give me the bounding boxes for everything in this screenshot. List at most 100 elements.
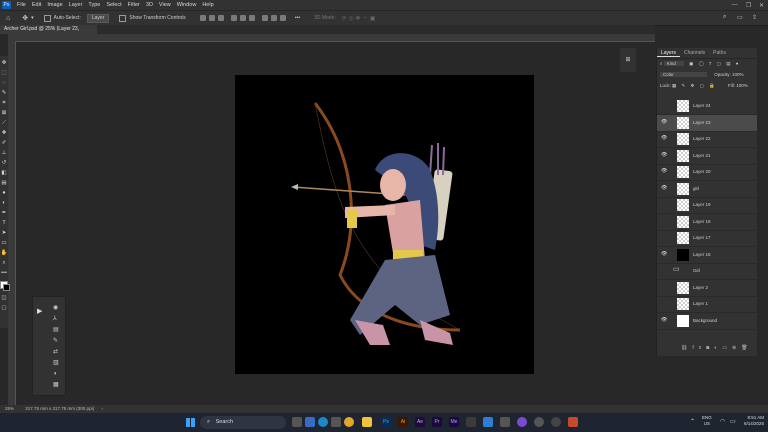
blend-mode-dropdown[interactable]: Color xyxy=(660,72,707,77)
screen-mode-icon[interactable]: ▢ xyxy=(1,305,7,311)
app-icon-3[interactable] xyxy=(500,417,510,427)
hand-tool-icon[interactable]: ✋ xyxy=(1,250,8,256)
move-tool-menu-icon[interactable]: ▾ xyxy=(31,15,34,21)
layer-row[interactable]: 👁 Layer 20 xyxy=(657,164,757,181)
layer-row[interactable]: 👁 Layer 21 xyxy=(657,148,757,165)
panel-tool-4-icon[interactable]: ✎ xyxy=(53,336,63,347)
fill-input[interactable]: 100% xyxy=(736,83,748,88)
align-center-icon[interactable] xyxy=(208,15,215,21)
align-middle-icon[interactable] xyxy=(239,15,246,21)
visibility-eye-icon[interactable] xyxy=(661,103,666,108)
move-tool-icon[interactable]: ✥ xyxy=(22,14,28,22)
media-encoder-taskbar-icon[interactable]: Me xyxy=(449,417,459,427)
taskbar-search[interactable]: ⌕ Search xyxy=(200,416,286,429)
horizontal-ruler[interactable] xyxy=(8,34,655,42)
play-icon[interactable]: ▶ xyxy=(37,307,42,315)
distribute-horizontal-icon[interactable] xyxy=(270,15,277,21)
visibility-eye-icon[interactable]: 👁 xyxy=(661,136,667,141)
viber-icon[interactable] xyxy=(517,417,527,427)
more-tools-icon[interactable]: ••• xyxy=(1,270,7,276)
layer-row[interactable]: Layer 24 xyxy=(657,98,757,115)
status-arrow-icon[interactable]: › xyxy=(101,406,103,411)
app-icon-6[interactable] xyxy=(568,417,578,427)
visibility-eye-icon[interactable]: 👁 xyxy=(661,317,667,323)
quick-mask-icon[interactable]: ◫ xyxy=(1,295,7,301)
close-icon[interactable]: ✕ xyxy=(759,2,764,9)
visibility-eye-icon[interactable] xyxy=(661,235,666,240)
battery-icon[interactable]: ▭ xyxy=(730,418,736,425)
menu-select[interactable]: Select xyxy=(103,2,124,8)
link-layers-icon[interactable]: ⛓ xyxy=(681,345,692,351)
visibility-eye-icon[interactable] xyxy=(661,301,666,306)
brush-tool-icon[interactable]: ✐ xyxy=(1,140,7,146)
pen-tool-icon[interactable]: ✒ xyxy=(1,210,7,216)
visibility-eye-icon[interactable]: 👁 xyxy=(661,152,667,158)
panel-tool-1-icon[interactable]: ◉ xyxy=(53,303,63,314)
chrome-icon[interactable] xyxy=(344,417,354,427)
document-size[interactable]: 317.75 mm x 317.75 mm (300 ppi) xyxy=(25,406,94,411)
history-brush-tool-icon[interactable]: ↺ xyxy=(1,160,7,166)
panel-tool-5-icon[interactable]: ⇄ xyxy=(53,347,63,358)
crop-tool-icon[interactable]: ⌗ xyxy=(1,100,7,106)
visibility-eye-icon[interactable]: 👁 xyxy=(661,169,667,174)
align-left-icon[interactable] xyxy=(199,15,206,21)
windows-start-icon[interactable] xyxy=(186,418,195,427)
tab-channels[interactable]: Channels xyxy=(680,50,709,56)
layer-row[interactable]: ▭ Girl xyxy=(657,263,757,280)
3d-pan-icon[interactable]: ✥ xyxy=(355,15,360,22)
task-view-icon[interactable] xyxy=(292,417,302,427)
layer-row[interactable]: 👁 Background xyxy=(657,313,757,330)
auto-select-checkbox[interactable] xyxy=(43,14,51,22)
app-icon-4[interactable] xyxy=(534,417,544,427)
visibility-eye-icon[interactable] xyxy=(661,202,666,207)
menu-view[interactable]: View xyxy=(156,2,174,8)
home-icon[interactable]: ⌂ xyxy=(6,15,10,22)
workspace-icon[interactable]: ▭ xyxy=(737,14,743,21)
stamp-tool-icon[interactable]: ⊥ xyxy=(1,150,7,156)
app-icon-1[interactable] xyxy=(466,417,476,427)
3d-scale-icon[interactable]: ▣ xyxy=(370,15,376,22)
lock-icons[interactable]: ▦ ✎ ✥ ▢ 🔒 xyxy=(672,83,717,88)
document-tab[interactable]: Archer Girl.psd @ 25% (Layer 23, RGB/8#)… xyxy=(0,25,97,41)
fx-icon[interactable]: fx xyxy=(692,345,706,351)
layer-row[interactable]: 👁 girl xyxy=(657,181,757,198)
region-indicator[interactable]: US xyxy=(702,421,712,427)
after-effects-taskbar-icon[interactable]: Ae xyxy=(415,417,425,427)
dodge-tool-icon[interactable]: ◐ xyxy=(1,200,7,206)
marquee-tool-icon[interactable]: ⬚ xyxy=(1,70,7,76)
zoom-tool-icon[interactable]: ⌕ xyxy=(1,260,7,266)
visibility-eye-icon[interactable]: 👁 xyxy=(661,251,667,257)
align-bottom-icon[interactable] xyxy=(248,15,255,21)
menu-edit[interactable]: Edit xyxy=(29,2,44,8)
quick-select-tool-icon[interactable]: ✎ xyxy=(1,90,7,96)
path-select-tool-icon[interactable]: ➤ xyxy=(1,230,7,236)
3d-rotate-icon[interactable]: ⟳ xyxy=(342,15,347,22)
distribute-icon[interactable] xyxy=(261,15,268,21)
tray-chevron-icon[interactable]: ⌃ xyxy=(690,418,695,425)
align-right-icon[interactable] xyxy=(217,15,224,21)
visibility-eye-icon[interactable] xyxy=(661,268,666,273)
menu-filter[interactable]: Filter xyxy=(125,2,143,8)
lasso-tool-icon[interactable]: ◌ xyxy=(1,80,7,86)
file-explorer-icon[interactable] xyxy=(362,417,372,427)
search-icon[interactable]: ⌕ xyxy=(723,14,726,21)
menu-file[interactable]: File xyxy=(14,2,29,8)
document-canvas[interactable] xyxy=(235,75,534,374)
menu-window[interactable]: Window xyxy=(174,2,200,8)
tab-layers[interactable]: Layers xyxy=(657,50,681,57)
eraser-tool-icon[interactable]: ◧ xyxy=(1,170,7,176)
layer-row[interactable]: Layer 19 xyxy=(657,197,757,214)
healing-tool-icon[interactable]: ✚ xyxy=(1,130,7,136)
delete-layer-icon[interactable]: 🗑 xyxy=(741,345,752,351)
visibility-eye-icon[interactable]: 👁 xyxy=(661,185,667,191)
visibility-eye-icon[interactable]: 👁 xyxy=(661,119,667,125)
new-group-icon[interactable]: ▭ xyxy=(722,345,732,351)
app-icon-5[interactable] xyxy=(551,417,561,427)
menu-help[interactable]: Help xyxy=(199,2,216,8)
frame-tool-icon[interactable]: ⊠ xyxy=(1,110,7,116)
layer-row[interactable]: Layer 2 xyxy=(657,280,757,297)
restore-icon[interactable]: ❐ xyxy=(746,2,751,9)
menu-3d[interactable]: 3D xyxy=(143,2,156,8)
panel-tool-8-icon[interactable]: ▦ xyxy=(53,380,63,391)
new-layer-icon[interactable]: ⊕ xyxy=(732,345,741,351)
